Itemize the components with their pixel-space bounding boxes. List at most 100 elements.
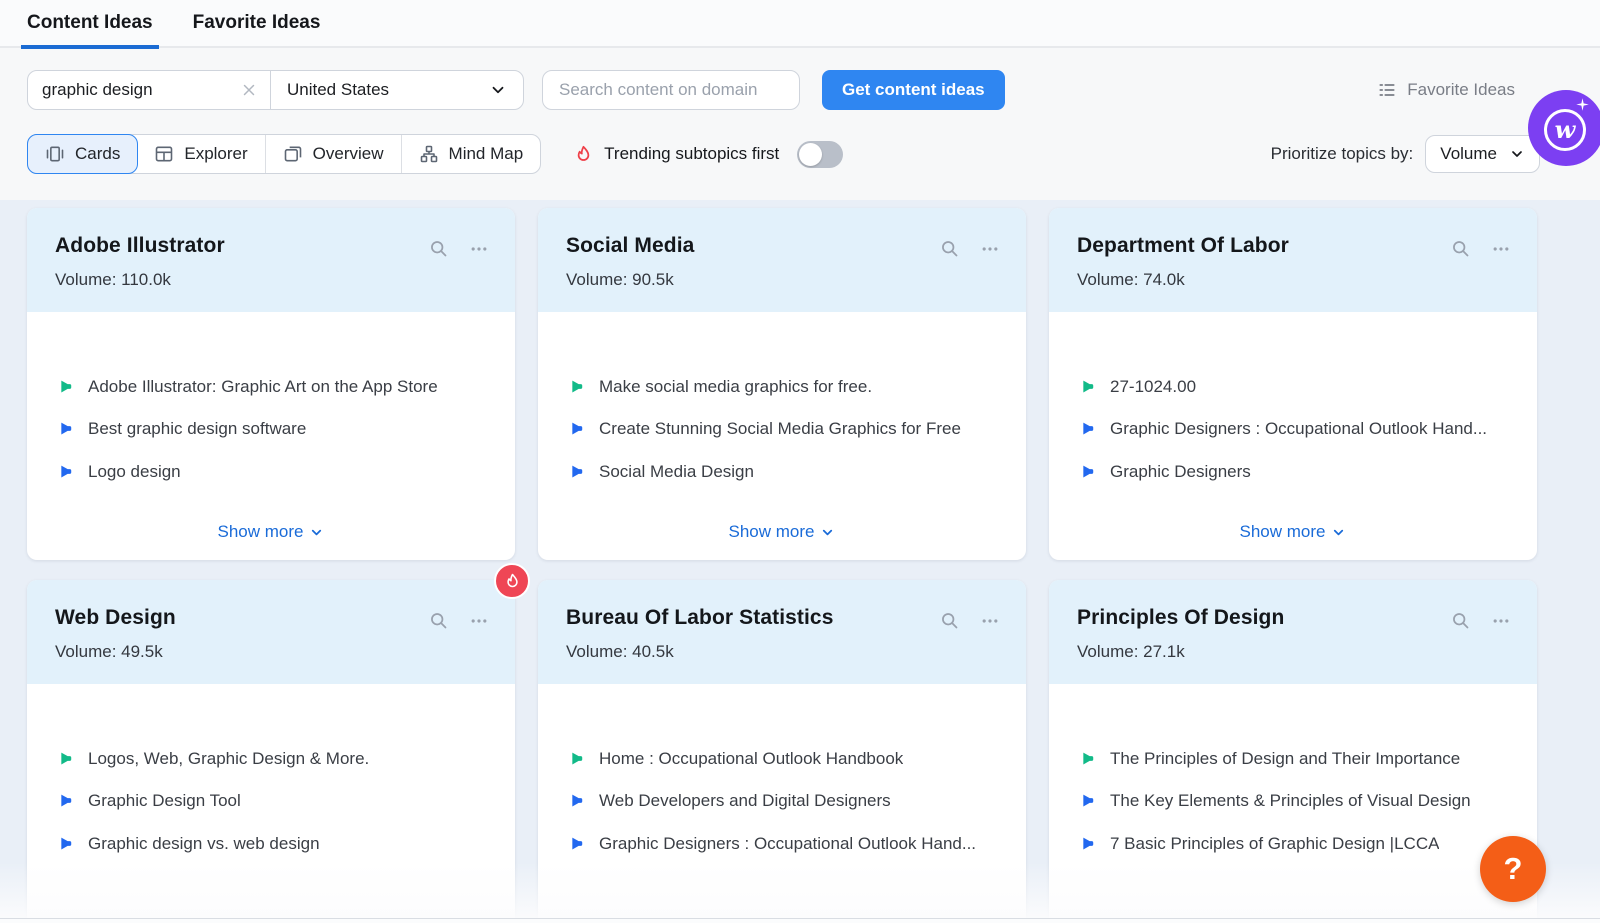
topic-card: Principles Of Design Volume: 27.1k The P…: [1049, 580, 1537, 923]
card-header: Social Media Volume: 90.5k: [538, 208, 1026, 312]
keyword-input[interactable]: [42, 80, 240, 100]
clear-keyword-icon[interactable]: [240, 81, 258, 99]
view-mindmap-button[interactable]: Mind Map: [402, 135, 541, 173]
content-idea-text[interactable]: Logo design: [88, 461, 181, 482]
ellipsis-menu-icon[interactable]: [1491, 611, 1511, 631]
content-idea-item[interactable]: Logo design: [55, 461, 487, 482]
search-icon[interactable]: [428, 238, 449, 259]
megaphone-icon: [566, 462, 585, 481]
mindmap-icon: [419, 144, 439, 164]
tab-content-ideas[interactable]: Content Ideas: [27, 0, 153, 47]
show-more-link[interactable]: Show more: [729, 522, 836, 542]
ellipsis-menu-icon[interactable]: [1491, 239, 1511, 259]
view-cards-button[interactable]: Cards: [27, 134, 138, 174]
assistant-widget[interactable]: w: [1528, 90, 1600, 166]
content-idea-text[interactable]: Logos, Web, Graphic Design & More.: [88, 748, 369, 769]
ellipsis-menu-icon[interactable]: [980, 239, 1000, 259]
megaphone-icon: [566, 834, 585, 853]
content-idea-text[interactable]: Adobe Illustrator: Graphic Art on the Ap…: [88, 376, 438, 397]
content-idea-item[interactable]: Graphic Designers : Occupational Outlook…: [566, 833, 998, 854]
content-idea-item[interactable]: Home : Occupational Outlook Handbook: [566, 748, 998, 769]
favorite-ideas-link[interactable]: Favorite Ideas: [1377, 80, 1515, 100]
content-idea-item[interactable]: 7 Basic Principles of Graphic Design |LC…: [1077, 833, 1509, 854]
card-title[interactable]: Adobe Illustrator: [55, 234, 487, 258]
megaphone-icon: [1077, 419, 1096, 438]
search-icon[interactable]: [1450, 238, 1471, 259]
content-idea-item[interactable]: Adobe Illustrator: Graphic Art on the Ap…: [55, 376, 487, 397]
megaphone-icon: [1077, 377, 1096, 396]
content-idea-text[interactable]: Best graphic design software: [88, 418, 306, 439]
card-volume: Volume: 49.5k: [55, 642, 487, 662]
megaphone-icon: [55, 462, 74, 481]
help-button[interactable]: ?: [1480, 836, 1546, 902]
card-volume: Volume: 110.0k: [55, 270, 487, 290]
card-volume: Volume: 90.5k: [566, 270, 998, 290]
card-title[interactable]: Department Of Labor: [1077, 234, 1509, 258]
view-overview-button[interactable]: Overview: [266, 135, 402, 173]
search-icon[interactable]: [428, 610, 449, 631]
content-idea-item[interactable]: The Key Elements & Principles of Visual …: [1077, 790, 1509, 811]
view-switcher: Cards Explorer Overview Mind Map: [27, 134, 541, 174]
tab-favorite-ideas[interactable]: Favorite Ideas: [193, 0, 321, 47]
content-idea-item[interactable]: Logos, Web, Graphic Design & More.: [55, 748, 487, 769]
card-header: Adobe Illustrator Volume: 110.0k: [27, 208, 515, 312]
content-idea-item[interactable]: Graphic design vs. web design: [55, 833, 487, 854]
content-idea-text[interactable]: Create Stunning Social Media Graphics fo…: [599, 418, 961, 439]
country-value: United States: [287, 80, 389, 100]
content-idea-text[interactable]: 27-1024.00: [1110, 376, 1196, 397]
list-icon: [1377, 80, 1397, 100]
prioritize-value: Volume: [1440, 144, 1497, 164]
favorite-ideas-label: Favorite Ideas: [1407, 80, 1515, 100]
keyword-input-wrap: [28, 71, 271, 109]
content-idea-text[interactable]: Graphic Designers : Occupational Outlook…: [599, 833, 976, 854]
megaphone-icon: [55, 377, 74, 396]
bottom-edge: [0, 918, 1600, 923]
content-idea-item[interactable]: Best graphic design software: [55, 418, 487, 439]
get-content-ideas-button[interactable]: Get content ideas: [822, 70, 1005, 110]
search-combo: United States: [27, 70, 524, 110]
ellipsis-menu-icon[interactable]: [469, 239, 489, 259]
domain-search-input[interactable]: [542, 70, 800, 110]
content-idea-text[interactable]: Graphic Design Tool: [88, 790, 241, 811]
content-idea-item[interactable]: Graphic Design Tool: [55, 790, 487, 811]
trending-toggle[interactable]: [797, 141, 843, 168]
content-idea-item[interactable]: Make social media graphics for free.: [566, 376, 998, 397]
content-idea-item[interactable]: Create Stunning Social Media Graphics fo…: [566, 418, 998, 439]
megaphone-icon: [1077, 462, 1096, 481]
view-cards-label: Cards: [75, 144, 120, 164]
search-icon[interactable]: [939, 238, 960, 259]
content-idea-text[interactable]: Graphic Designers: [1110, 461, 1251, 482]
content-idea-text[interactable]: Graphic Designers : Occupational Outlook…: [1110, 418, 1487, 439]
content-idea-text[interactable]: Make social media graphics for free.: [599, 376, 872, 397]
view-mindmap-label: Mind Map: [449, 144, 524, 164]
prioritize-select[interactable]: Volume: [1425, 135, 1540, 173]
show-more-link[interactable]: Show more: [1240, 522, 1347, 542]
content-idea-text[interactable]: The Principles of Design and Their Impor…: [1110, 748, 1460, 769]
content-idea-item[interactable]: Graphic Designers: [1077, 461, 1509, 482]
search-icon[interactable]: [1450, 610, 1471, 631]
chevron-down-icon: [489, 81, 507, 99]
megaphone-icon: [566, 791, 585, 810]
content-idea-text[interactable]: 7 Basic Principles of Graphic Design |LC…: [1110, 833, 1439, 854]
content-idea-text[interactable]: Graphic design vs. web design: [88, 833, 320, 854]
ellipsis-menu-icon[interactable]: [980, 611, 1000, 631]
card-title[interactable]: Social Media: [566, 234, 998, 258]
content-idea-text[interactable]: The Key Elements & Principles of Visual …: [1110, 790, 1471, 811]
content-area: Adobe Illustrator Volume: 110.0k Adobe I…: [0, 200, 1600, 923]
ellipsis-menu-icon[interactable]: [469, 611, 489, 631]
content-idea-item[interactable]: Graphic Designers : Occupational Outlook…: [1077, 418, 1509, 439]
search-icon[interactable]: [939, 610, 960, 631]
card-title[interactable]: Bureau Of Labor Statistics: [566, 606, 998, 630]
content-idea-item[interactable]: Web Developers and Digital Designers: [566, 790, 998, 811]
show-more-link[interactable]: Show more: [218, 522, 325, 542]
content-idea-text[interactable]: Home : Occupational Outlook Handbook: [599, 748, 903, 769]
country-select[interactable]: United States: [271, 71, 523, 109]
content-idea-item[interactable]: Social Media Design: [566, 461, 998, 482]
content-idea-text[interactable]: Web Developers and Digital Designers: [599, 790, 891, 811]
content-idea-text[interactable]: Social Media Design: [599, 461, 754, 482]
content-idea-item[interactable]: 27-1024.00: [1077, 376, 1509, 397]
card-title[interactable]: Principles Of Design: [1077, 606, 1509, 630]
card-title[interactable]: Web Design: [55, 606, 487, 630]
content-idea-item[interactable]: The Principles of Design and Their Impor…: [1077, 748, 1509, 769]
view-explorer-button[interactable]: Explorer: [137, 135, 265, 173]
